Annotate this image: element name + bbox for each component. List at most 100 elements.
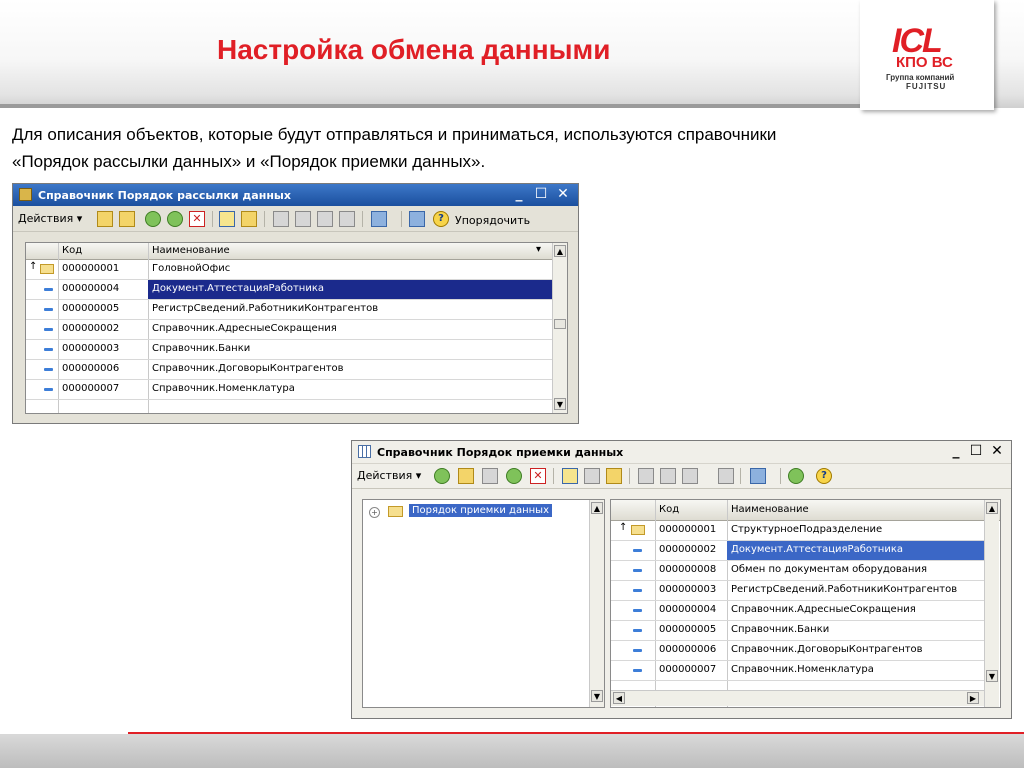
delete-icon[interactable]: ✕	[530, 468, 546, 484]
toolbar-separator	[629, 468, 630, 484]
maximize-button[interactable]: ☐	[533, 186, 549, 202]
chevron-down-icon[interactable]: ▾	[536, 244, 541, 255]
element-marker-icon	[44, 388, 53, 391]
filter-icon[interactable]	[638, 468, 654, 484]
minimize-button[interactable]: _	[511, 186, 527, 202]
add-group-icon[interactable]	[119, 211, 135, 227]
element-marker-icon	[633, 629, 642, 632]
horizontal-scrollbar[interactable]: ◀ ▶	[611, 690, 984, 706]
edit-icon[interactable]	[506, 468, 522, 484]
filter-value-icon[interactable]	[660, 468, 676, 484]
folder-icon	[388, 506, 403, 517]
toolbar-separator	[264, 211, 265, 227]
table-row-selected[interactable]: 000000002 Документ.АттестацияРаботника	[611, 541, 984, 561]
minimize-button[interactable]: _	[948, 443, 964, 459]
group-tree: + Порядок приемки данных ▲ ▼	[362, 499, 605, 708]
table-row[interactable]: 000000007 Справочник.Номенклатура	[611, 661, 984, 681]
row-code: 000000003	[659, 584, 717, 595]
add-icon[interactable]	[434, 468, 450, 484]
add-icon[interactable]	[97, 211, 113, 227]
table-row[interactable]: 000000006 Справочник.ДоговорыКонтрагенто…	[611, 641, 984, 661]
scroll-down-icon[interactable]: ▼	[986, 670, 998, 682]
column-header-name[interactable]: Наименование	[731, 504, 809, 515]
table-row[interactable]: ↑ 000000001 ГоловнойОфис	[26, 260, 552, 280]
element-marker-icon	[633, 649, 642, 652]
column-header-code[interactable]: Код	[62, 245, 82, 256]
table-row[interactable]: 000000005 РегистрСведений.РаботникиКонтр…	[26, 300, 552, 320]
close-button[interactable]: ✕	[555, 186, 571, 202]
table-row-selected[interactable]: 000000004 Документ.АттестацияРаботника	[26, 280, 552, 300]
table-row[interactable]: ↑ 000000001 СтруктурноеПодразделение	[611, 521, 984, 541]
table-row[interactable]: 000000006 Справочник.ДоговорыКонтрагенто…	[26, 360, 552, 380]
slide-title: Настройка обмена данными	[217, 34, 611, 65]
table-row[interactable]: 000000008 Обмен по документам оборудован…	[611, 561, 984, 581]
column-header-code[interactable]: Код	[659, 504, 679, 515]
window-titlebar[interactable]: Справочник Порядок рассылки данных _ ☐ ✕	[13, 184, 578, 206]
table-row[interactable]: 000000003 РегистрСведений.РаботникиКонтр…	[611, 581, 984, 601]
row-name: Обмен по документам оборудования	[731, 564, 927, 575]
copy-icon[interactable]	[482, 468, 498, 484]
folder-icon	[631, 525, 645, 535]
level-up-icon[interactable]	[241, 211, 257, 227]
filter-icon[interactable]	[273, 211, 289, 227]
scroll-up-icon[interactable]: ▲	[986, 502, 998, 514]
clear-filter-icon[interactable]	[339, 211, 355, 227]
scroll-right-icon[interactable]: ▶	[967, 692, 979, 704]
scroll-up-icon[interactable]: ▲	[591, 502, 603, 514]
toolbar-separator	[553, 468, 554, 484]
row-name: РегистрСведений.РаботникиКонтрагентов	[152, 303, 379, 314]
vertical-scrollbar[interactable]: ▲ ▼	[984, 500, 999, 707]
window-titlebar[interactable]: Справочник Порядок приемки данных _ ☐ ✕	[352, 441, 1011, 464]
table-row[interactable]: 000000005 Справочник.Банки	[611, 621, 984, 641]
vertical-scrollbar[interactable]: ▲ ▼	[552, 243, 567, 413]
refresh-icon[interactable]	[409, 211, 425, 227]
refresh-icon[interactable]	[788, 468, 804, 484]
vertical-scrollbar[interactable]: ▲ ▼	[589, 500, 604, 707]
output-list-icon[interactable]	[371, 211, 387, 227]
expand-plus-icon[interactable]: +	[369, 507, 380, 518]
table-row[interactable]: 000000004 Справочник.АдресныеСокращения	[611, 601, 984, 621]
row-name: Справочник.ДоговорыКонтрагентов	[152, 363, 344, 374]
copy-icon[interactable]	[145, 211, 161, 227]
element-marker-icon	[44, 328, 53, 331]
scroll-thumb[interactable]	[554, 319, 566, 329]
row-code: 000000006	[62, 363, 120, 374]
scroll-up-icon[interactable]: ▲	[554, 245, 566, 257]
header-divider	[0, 104, 860, 108]
row-name: Справочник.Банки	[731, 624, 830, 635]
company-logo: ICL КПО ВС Группа компаний FUJITSU	[860, 0, 994, 110]
tree-view-icon[interactable]	[584, 468, 600, 484]
order-button[interactable]: Упорядочить	[455, 214, 530, 227]
add-group-icon[interactable]	[458, 468, 474, 484]
scroll-down-icon[interactable]: ▼	[554, 398, 566, 410]
output-list-icon[interactable]	[750, 468, 766, 484]
scroll-left-icon[interactable]: ◀	[613, 692, 625, 704]
table-row[interactable]: 000000003 Справочник.Банки	[26, 340, 552, 360]
hierarchy-view-icon[interactable]	[562, 468, 578, 484]
element-marker-icon	[633, 669, 642, 672]
row-code: 000000005	[659, 624, 717, 635]
element-marker-icon	[633, 569, 642, 572]
column-header-name[interactable]: Наименование	[152, 245, 230, 256]
actions-menu[interactable]: Действия ▾	[357, 469, 421, 482]
window-title: Справочник Порядок рассылки данных	[38, 189, 291, 202]
maximize-button[interactable]: ☐	[968, 443, 984, 459]
help-icon[interactable]: ?	[816, 468, 832, 484]
filter-history-icon[interactable]	[682, 468, 698, 484]
row-code: 000000004	[62, 283, 120, 294]
delete-icon[interactable]: ✕	[189, 211, 205, 227]
clear-filter-icon[interactable]	[718, 468, 734, 484]
filter-value-icon[interactable]	[295, 211, 311, 227]
element-marker-icon	[633, 549, 642, 552]
level-up-icon[interactable]	[606, 468, 622, 484]
filter-history-icon[interactable]	[317, 211, 333, 227]
actions-menu[interactable]: Действия ▾	[18, 212, 82, 225]
table-row[interactable]: 000000002 Справочник.АдресныеСокращения	[26, 320, 552, 340]
hierarchy-view-icon[interactable]	[219, 211, 235, 227]
help-icon[interactable]: ?	[433, 211, 449, 227]
edit-icon[interactable]	[167, 211, 183, 227]
close-button[interactable]: ✕	[989, 443, 1005, 459]
row-name: Справочник.Номенклатура	[152, 383, 295, 394]
table-row[interactable]: 000000007 Справочник.Номенклатура	[26, 380, 552, 400]
scroll-down-icon[interactable]: ▼	[591, 690, 603, 702]
